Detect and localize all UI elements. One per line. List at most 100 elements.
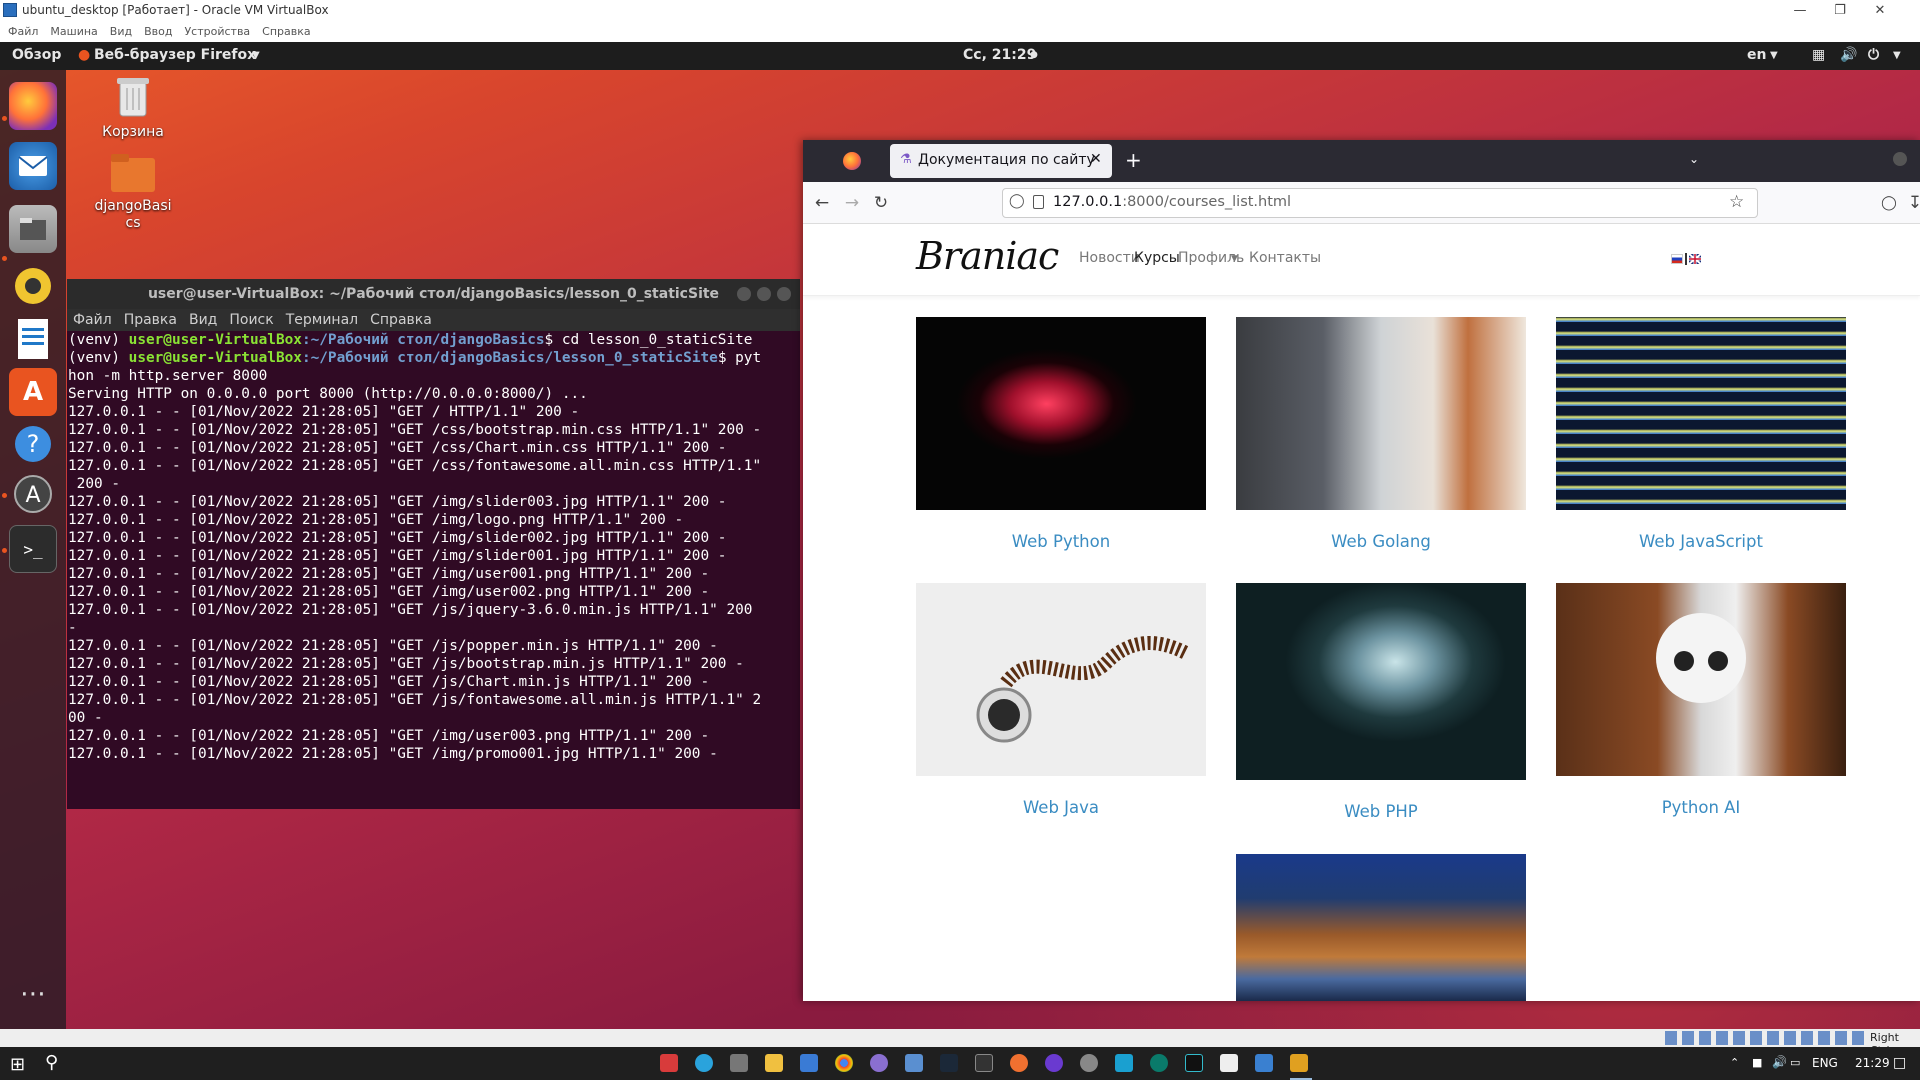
rhythmbox-icon[interactable] [9,262,57,310]
terminal-menu-help[interactable]: Справка [370,309,432,331]
course-card[interactable]: Web PHP [1236,583,1526,821]
app-icon[interactable] [1045,1054,1063,1072]
tab-courses[interactable]: ⚗ Документация по сайту ✕ [890,144,1112,178]
caret-down-icon[interactable]: ▼ [1231,254,1238,264]
desktop-folder[interactable]: djangoBasics [88,150,178,232]
file-explorer-icon[interactable] [765,1054,783,1072]
files-icon[interactable] [9,205,57,253]
forward-icon[interactable]: → [841,192,863,214]
terminal-menu-terminal[interactable]: Терминал [286,309,358,331]
libreoffice-writer-icon[interactable] [9,315,57,363]
course-image-snake[interactable] [916,317,1206,510]
flag-gb-icon[interactable] [1689,254,1701,264]
close-icon[interactable] [777,287,791,301]
minimize-icon[interactable] [1893,152,1907,166]
vbox-menu-input[interactable]: Ввод [144,22,172,42]
power-icon[interactable]: ⏻ [1868,47,1879,63]
vbox-menu-help[interactable]: Справка [262,22,310,42]
tray-network-icon[interactable]: ■ [1752,1056,1762,1069]
steam-icon[interactable] [940,1054,958,1072]
flag-ru-icon[interactable] [1671,254,1683,264]
nav-contacts[interactable]: Контакты [1249,250,1321,266]
notifications-icon[interactable]: □ [1893,1055,1906,1071]
tray-battery-icon[interactable]: ▭ [1790,1056,1800,1069]
app-menu[interactable]: Веб-браузер Firefox [94,47,256,63]
minimize-icon[interactable]: — [1780,0,1820,22]
course-image-code[interactable] [1556,317,1846,510]
firefox-window[interactable]: ⚗ Документация по сайту ✕ + ⌄ ← → ↻ ◯ 12… [803,140,1920,1001]
course-card[interactable]: Web Golang [1236,317,1526,551]
terminal-window[interactable]: user@user-VirtualBox: ~/Рабочий стол/dja… [67,279,800,809]
terminal-menu-file[interactable]: Файл [73,309,112,331]
app-icon[interactable] [1010,1054,1028,1072]
minimize-icon[interactable] [737,287,751,301]
input-language[interactable]: ENG [1812,1056,1838,1070]
maximize-icon[interactable] [757,287,771,301]
windows-start-icon[interactable]: ⊞ [10,1054,25,1075]
vbox-menu-view[interactable]: Вид [110,22,132,42]
vbox-menu-devices[interactable]: Устройства [184,22,250,42]
bookmark-star-icon[interactable]: ☆ [1729,192,1744,212]
app-icon[interactable] [1150,1054,1168,1072]
vbox-menu-file[interactable]: Файл [8,22,38,42]
tray-volume-icon[interactable]: 🔊 [1772,1055,1787,1069]
site-logo[interactable]: Braniac [916,234,1059,278]
chrome-icon[interactable] [835,1054,853,1072]
page-icon[interactable] [1033,195,1044,209]
course-card[interactable]: Web Java [916,583,1206,817]
thunderbird-icon[interactable] [9,142,57,190]
course-title[interactable]: Web Golang [1236,532,1526,551]
app-icon[interactable] [1290,1054,1308,1072]
close-icon[interactable]: ✕ [1860,0,1900,22]
desktop-trash[interactable]: Корзина [88,72,178,140]
reload-icon[interactable]: ↻ [870,192,892,214]
terminal-icon[interactable] [975,1054,993,1072]
network-icon[interactable]: ▦ [1812,47,1825,63]
course-card[interactable]: Python AI [1556,583,1846,817]
back-icon[interactable]: ← [811,192,833,214]
nav-news[interactable]: Новости [1079,250,1140,266]
software-updater-icon[interactable]: A [9,470,57,518]
help-icon[interactable]: ? [9,420,57,468]
new-tab-icon[interactable]: + [1125,148,1142,172]
terminal-icon[interactable]: >_ [9,525,57,573]
course-title[interactable]: Web Python [916,532,1206,551]
terminal-menu-search[interactable]: Поиск [229,309,273,331]
course-title[interactable]: Web Java [916,798,1206,817]
app-icon[interactable] [870,1054,888,1072]
chevron-down-icon[interactable]: ▼ [1893,50,1901,61]
tray-chevron-icon[interactable]: ⌃ [1730,1056,1739,1069]
virtualbox-icon[interactable] [1255,1054,1273,1072]
course-card[interactable] [1236,854,1526,1001]
volume-icon[interactable]: 🔊 [1840,47,1857,63]
course-image-office[interactable] [1236,317,1526,510]
downloads-icon[interactable]: ↧ [1904,192,1920,214]
terminal-menu-edit[interactable]: Правка [124,309,177,331]
course-image-elephant[interactable] [1236,583,1526,780]
list-tabs-icon[interactable]: ⌄ [1689,152,1699,166]
course-title[interactable]: Web PHP [1236,802,1526,821]
chevron-down-icon[interactable]: ▼ [1770,50,1778,61]
host-clock[interactable]: 21:29 [1855,1056,1890,1070]
keyboard-layout[interactable]: en [1747,47,1766,63]
search-icon[interactable]: ⚲ [45,1052,58,1073]
ubuntu-software-icon[interactable]: A [9,368,57,416]
app-icon[interactable] [800,1054,818,1072]
clock[interactable]: Сс, 21:29 [963,47,1036,63]
tab-close-icon[interactable]: ✕ [1090,151,1102,167]
activities-button[interactable]: Обзор [12,47,61,63]
app-icon[interactable] [905,1054,923,1072]
course-image-robot[interactable] [1556,583,1846,776]
pocket-icon[interactable]: ◯ [1878,192,1900,214]
shield-icon[interactable]: ◯ [1009,193,1025,209]
firefox-icon[interactable] [9,82,57,130]
app-icon[interactable] [1080,1054,1098,1072]
course-card[interactable]: Web Python [916,317,1206,551]
nav-courses[interactable]: Курсы [1134,250,1180,266]
course-image-ship[interactable] [1236,854,1526,1001]
course-image-coffee[interactable] [916,583,1206,776]
terminal-menu-view[interactable]: Вид [189,309,217,331]
course-card[interactable]: Web JavaScript [1556,317,1846,551]
app-icon[interactable] [1220,1054,1238,1072]
pycharm-icon[interactable] [1185,1054,1203,1072]
